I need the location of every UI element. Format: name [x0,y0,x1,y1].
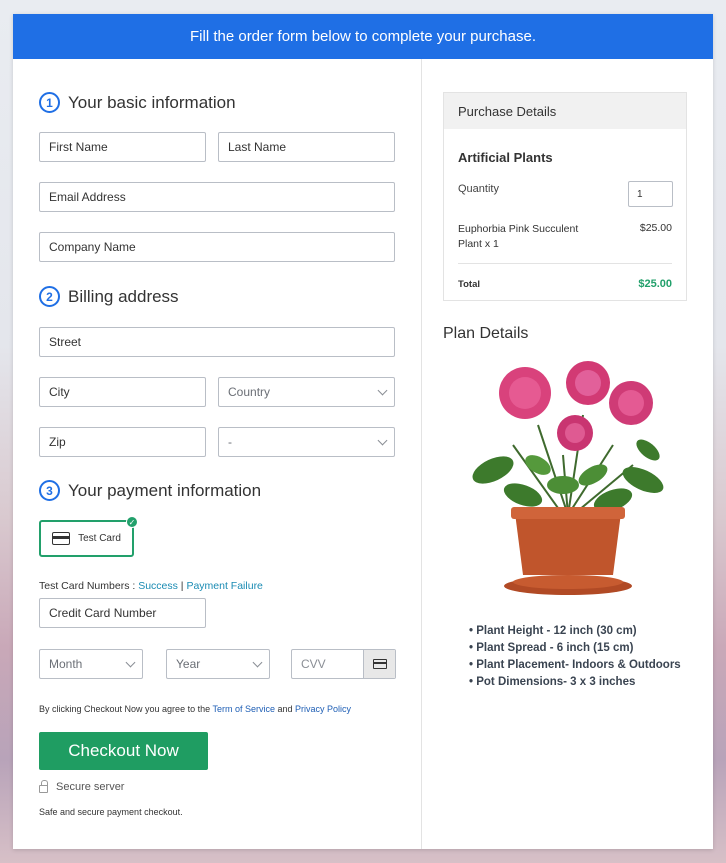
list-item: Plant Height - 12 inch (30 cm) [469,623,681,640]
billing-heading: 2 Billing address [39,286,179,307]
safe-checkout-note: Safe and secure payment checkout. [39,807,183,817]
city-placeholder: City [49,385,70,399]
total-label: Total [458,279,480,290]
year-value: Year [176,657,201,671]
purchase-details-header: Purchase Details [444,93,686,129]
checkmark-icon: ✓ [126,516,138,528]
basic-info-title: Your basic information [68,92,236,112]
terms-agreement: By clicking Checkout Now you agree to th… [39,704,351,714]
zip-input[interactable]: Zip [39,427,206,457]
quantity-input[interactable]: 1 [628,181,673,207]
total-value: $25.00 [638,278,672,290]
terms-link[interactable]: Term of Service [212,704,275,714]
step-1-badge: 1 [39,92,60,113]
list-item: Pot Dimensions- 3 x 3 inches [469,674,681,691]
step-2-badge: 2 [39,286,60,307]
divider [458,263,672,264]
company-input[interactable]: Company Name [39,232,395,262]
success-link[interactable]: Success [138,580,178,592]
last-name-placeholder: Last Name [228,140,287,154]
month-value: Month [49,657,83,671]
city-input[interactable]: City [39,377,206,407]
chevron-down-icon [125,657,136,667]
purchase-details-title: Purchase Details [458,103,557,119]
month-select[interactable]: Month [39,649,143,679]
company-placeholder: Company Name [49,240,136,254]
checkout-button[interactable]: Checkout Now [39,732,208,770]
first-name-placeholder: First Name [49,140,108,154]
test-card-numbers: Test Card Numbers : Success | Payment Fa… [39,580,263,592]
list-item: Plant Spread - 6 inch (15 cm) [469,640,681,657]
test-card-label: Test Card [78,533,121,544]
email-placeholder: Email Address [49,190,126,204]
purchase-details-box: Purchase Details Artificial Plants Quant… [443,92,687,301]
secure-server-note: Secure server [39,780,125,793]
street-input[interactable]: Street [39,327,395,357]
last-name-input[interactable]: Last Name [218,132,395,162]
privacy-link[interactable]: Privacy Policy [295,704,351,714]
year-select[interactable]: Year [166,649,270,679]
top-banner: Fill the order form below to complete yo… [13,14,713,59]
card-number-input[interactable]: Credit Card Number [39,598,206,628]
line-item-name: Euphorbia Pink Succulent Plant x 1 [458,223,579,250]
product-name: Artificial Plants [458,150,553,165]
basic-info-heading: 1 Your basic information [39,92,236,113]
chevron-down-icon [252,657,263,667]
order-form-card: Fill the order form below to complete yo… [13,14,713,849]
step-3-badge: 3 [39,480,60,501]
payment-heading: 3 Your payment information [39,480,261,501]
quantity-value: 1 [637,188,643,200]
form-column: 1 Your basic information First Name Last… [13,59,422,849]
card-number-placeholder: Credit Card Number [49,606,157,620]
test-card-option[interactable]: Test Card ✓ [39,516,138,557]
zip-placeholder: Zip [49,435,66,449]
line-item-price: $25.00 [639,222,672,234]
street-placeholder: Street [49,335,82,349]
banner-text: Fill the order form below to complete yo… [190,28,536,45]
billing-title: Billing address [68,286,179,306]
cvv-placeholder: CVV [301,657,326,671]
first-name-input[interactable]: First Name [39,132,206,162]
chevron-down-icon [377,435,388,445]
plan-details-title: Plan Details [443,325,529,342]
state-value: - [228,435,232,449]
list-item: Plant Placement- Indoors & Outdoors [469,657,680,674]
agree-text: By clicking Checkout Now you agree to th… [39,704,213,714]
summary-column: Purchase Details Artificial Plants Quant… [423,59,713,849]
state-select[interactable]: - [218,427,395,457]
country-select[interactable]: Country [218,377,395,407]
plan-features-list: Plant Height - 12 inch (30 cm) Plant Spr… [469,623,681,691]
payment-failure-link[interactable]: Payment Failure [186,580,262,592]
lock-icon [39,780,48,793]
quantity-label: Quantity [458,183,499,195]
chevron-down-icon [377,385,388,395]
plant-image [472,361,664,595]
secure-label: Secure server [56,781,125,793]
card-icon [372,659,387,669]
country-value: Country [228,385,271,399]
cvv-help-button[interactable] [363,650,395,678]
email-input[interactable]: Email Address [39,182,395,212]
test-numbers-label: Test Card Numbers : [39,580,139,592]
payment-title: Your payment information [68,480,262,500]
and-text: and [274,704,295,714]
credit-card-icon [52,532,71,545]
